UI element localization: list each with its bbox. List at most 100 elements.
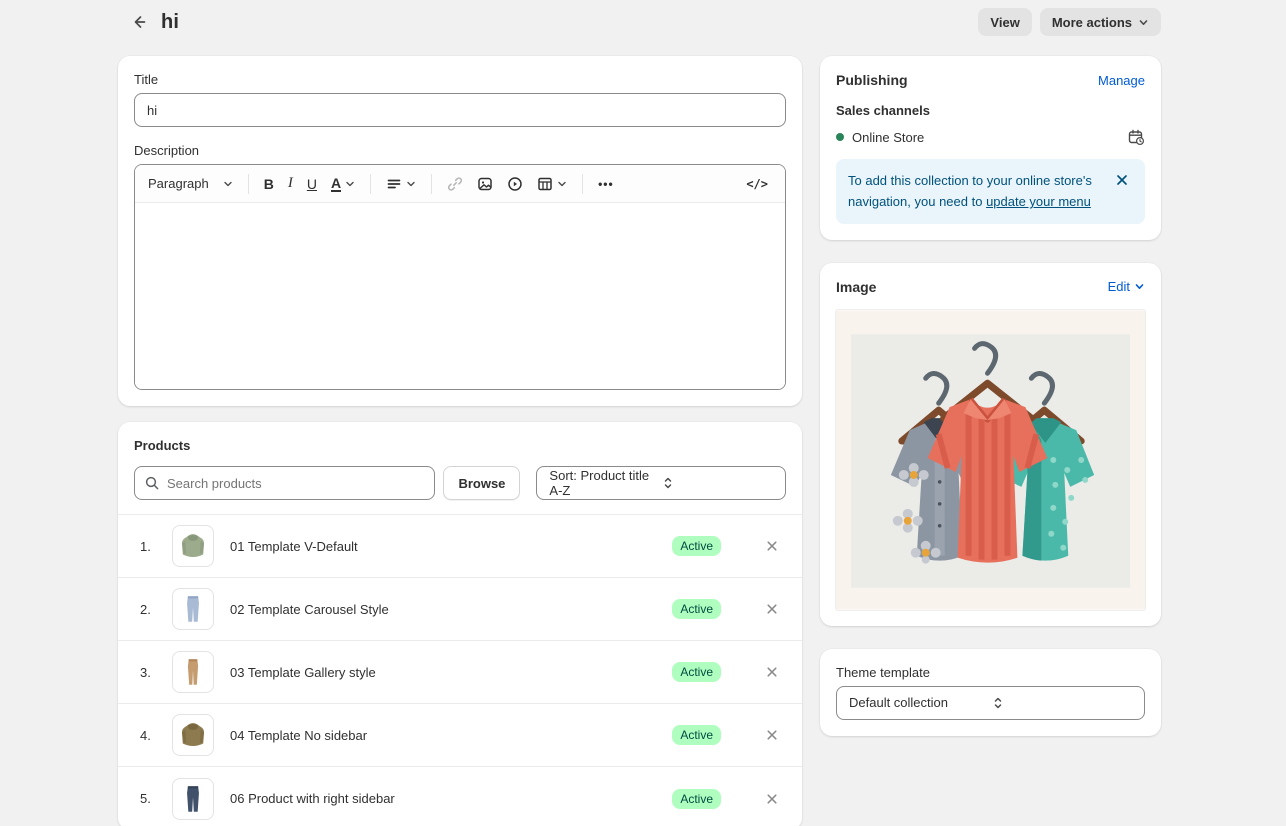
schedule-calendar-icon[interactable]: [1127, 128, 1145, 146]
search-products-input[interactable]: [134, 466, 435, 500]
channel-row: Online Store: [836, 128, 1145, 146]
manage-link[interactable]: Manage: [1098, 73, 1145, 88]
product-title: 01 Template V-Default: [230, 539, 672, 554]
info-banner: To add this collection to your online st…: [836, 159, 1145, 224]
theme-template-label: Theme template: [836, 665, 1145, 680]
update-your-menu-link[interactable]: update your menu: [986, 194, 1091, 209]
title-input[interactable]: [134, 93, 786, 127]
status-badge: Active: [672, 725, 721, 745]
alignment-dropdown[interactable]: [379, 171, 423, 197]
image-card: Image Edit: [820, 263, 1161, 626]
bold-icon: B: [264, 176, 274, 192]
products-card: Products Browse Sort: Product title A-Z: [118, 422, 802, 826]
product-thumbnail: [172, 651, 214, 693]
close-icon: [1115, 173, 1129, 187]
remove-product-button[interactable]: [758, 785, 786, 813]
product-row[interactable]: 5. 06 Product with right sidebar Active: [118, 767, 802, 826]
align-left-icon: [386, 176, 402, 192]
product-list: 1. 01 Template V-Default Active 2. 02 Te…: [118, 514, 802, 826]
product-thumbnail: [172, 525, 214, 567]
link-icon: [447, 176, 463, 192]
underline-icon: U: [307, 176, 317, 192]
more-actions-label: More actions: [1052, 15, 1132, 30]
sort-select-value: Sort: Product title A-Z: [549, 468, 662, 498]
paragraph-style-dropdown[interactable]: Paragraph: [141, 171, 240, 196]
sort-select[interactable]: Sort: Product title A-Z: [536, 466, 786, 500]
updown-chevrons-icon: [992, 696, 1135, 710]
text-color-dropdown[interactable]: A: [324, 171, 362, 197]
edit-image-dropdown[interactable]: Edit: [1108, 279, 1145, 294]
collection-image[interactable]: [836, 310, 1145, 610]
underline-button[interactable]: U: [300, 171, 324, 197]
view-button[interactable]: View: [978, 8, 1031, 36]
more-formatting-button[interactable]: •••: [591, 172, 621, 196]
theme-template-card: Theme template Default collection: [820, 649, 1161, 736]
status-badge: Active: [672, 789, 721, 809]
products-heading: Products: [134, 438, 786, 453]
bold-button[interactable]: B: [257, 171, 281, 197]
product-row[interactable]: 4. 04 Template No sidebar Active: [118, 704, 802, 767]
chevron-down-icon: [345, 179, 355, 189]
title-label: Title: [134, 72, 786, 87]
collection-details-card: Title Description Paragraph B I U: [118, 56, 802, 406]
description-editor: Paragraph B I U A: [134, 164, 786, 390]
ellipsis-icon: •••: [598, 177, 614, 191]
insert-image-button[interactable]: [470, 171, 500, 197]
remove-product-button[interactable]: [758, 532, 786, 560]
remove-product-button[interactable]: [758, 658, 786, 686]
chevron-down-icon: [557, 179, 567, 189]
close-icon: [765, 602, 779, 616]
view-button-label: View: [990, 15, 1019, 30]
product-row[interactable]: 1. 01 Template V-Default Active: [118, 515, 802, 578]
chevron-down-icon: [1138, 17, 1149, 28]
product-row[interactable]: 3. 03 Template Gallery style Active: [118, 641, 802, 704]
browse-button[interactable]: Browse: [443, 466, 520, 500]
close-icon: [765, 539, 779, 553]
code-icon: </>: [746, 177, 768, 191]
show-html-button[interactable]: </>: [739, 172, 775, 196]
updown-chevrons-icon: [662, 476, 775, 490]
description-textarea[interactable]: [135, 203, 785, 389]
publishing-card: Publishing Manage Sales channels Online …: [820, 56, 1161, 240]
link-button[interactable]: [440, 171, 470, 197]
product-thumbnail: [172, 588, 214, 630]
publishing-heading: Publishing: [836, 72, 908, 88]
banner-dismiss-button[interactable]: [1111, 170, 1133, 192]
toolbar-divider: [370, 174, 371, 194]
product-title: 06 Product with right sidebar: [230, 791, 672, 806]
toolbar-divider: [248, 174, 249, 194]
sales-channels-label: Sales channels: [836, 103, 1145, 118]
remove-product-button[interactable]: [758, 595, 786, 623]
insert-video-button[interactable]: [500, 171, 530, 197]
shirts-illustration: [836, 310, 1145, 610]
description-label: Description: [134, 143, 786, 158]
theme-template-select[interactable]: Default collection: [836, 686, 1145, 720]
product-index: 1.: [140, 539, 162, 554]
chevron-down-icon: [406, 179, 416, 189]
product-title: 04 Template No sidebar: [230, 728, 672, 743]
channel-status-dot: [836, 133, 844, 141]
browse-button-label: Browse: [458, 476, 505, 491]
close-icon: [765, 728, 779, 742]
chevron-down-icon: [223, 179, 233, 189]
product-index: 2.: [140, 602, 162, 617]
image-icon: [477, 176, 493, 192]
editor-toolbar: Paragraph B I U A: [135, 165, 785, 203]
theme-template-value: Default collection: [849, 695, 992, 710]
page-title: hi: [161, 11, 179, 34]
more-actions-button[interactable]: More actions: [1040, 8, 1161, 36]
back-button[interactable]: [125, 8, 153, 36]
status-badge: Active: [672, 599, 721, 619]
table-dropdown[interactable]: [530, 171, 574, 197]
toolbar-divider: [582, 174, 583, 194]
product-index: 5.: [140, 791, 162, 806]
italic-button[interactable]: I: [281, 170, 300, 197]
product-thumbnail: [172, 714, 214, 756]
arrow-left-icon: [130, 13, 148, 31]
table-icon: [537, 176, 553, 192]
product-thumbnail: [172, 778, 214, 820]
image-heading: Image: [836, 279, 876, 295]
play-circle-icon: [507, 176, 523, 192]
product-row[interactable]: 2. 02 Template Carousel Style Active: [118, 578, 802, 641]
remove-product-button[interactable]: [758, 721, 786, 749]
